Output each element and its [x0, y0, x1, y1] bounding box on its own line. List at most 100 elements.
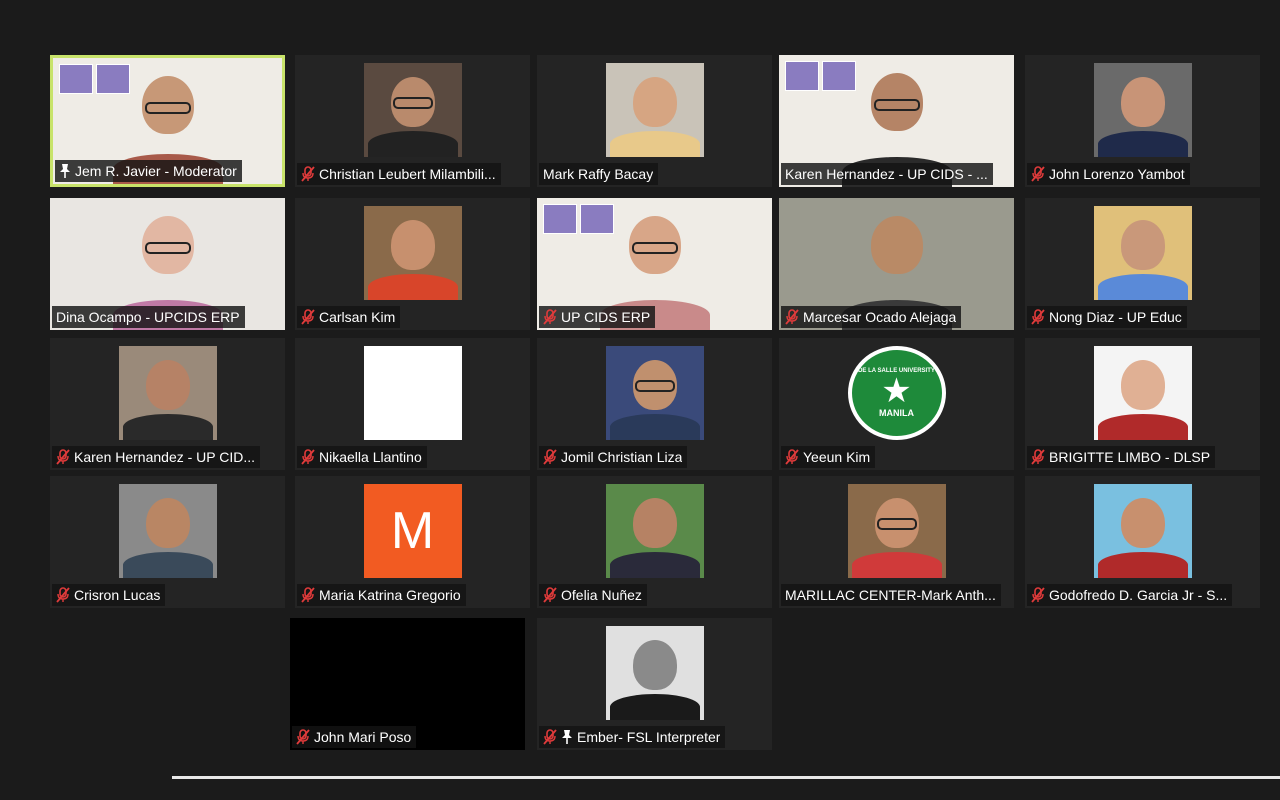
participant-tile[interactable]: Dina Ocampo - UPCIDS ERP — [50, 198, 285, 330]
participant-tile[interactable]: Marcesar Ocado Alejaga — [779, 198, 1014, 330]
participant-tile[interactable]: Jomil Christian Liza — [537, 338, 772, 470]
person-head — [1120, 220, 1165, 270]
star-icon: ★ — [881, 372, 912, 410]
pin-icon — [561, 729, 573, 745]
participant-name: John Lorenzo Yambot — [1049, 166, 1185, 182]
participant-name-bar: Karen Hernandez - UP CIDS - ... — [781, 163, 993, 185]
glasses — [144, 102, 191, 114]
participant-name-bar: BRIGITTE LIMBO - DLSP — [1027, 446, 1216, 468]
person-head — [632, 640, 677, 690]
org-logos — [59, 64, 130, 94]
participant-video — [118, 484, 217, 578]
participant-name-bar: Jem R. Javier - Moderator — [55, 160, 242, 182]
participant-tile[interactable]: Mark Raffy Bacay — [537, 55, 772, 187]
participant-name-bar: Maria Katrina Gregorio — [297, 584, 466, 606]
initial-letter: M — [390, 502, 435, 560]
participant-name-bar: Yeeun Kim — [781, 446, 876, 468]
participant-tile[interactable]: Nikaella Llantino — [295, 338, 530, 470]
participant-name-bar: Carlsan Kim — [297, 306, 401, 328]
mic-muted-icon — [543, 587, 557, 603]
participant-name: Jomil Christian Liza — [561, 449, 683, 465]
sipat-logo-icon — [822, 61, 856, 91]
person-shoulders — [1097, 131, 1188, 157]
mic-muted-icon — [543, 449, 557, 465]
participant-name: Crisron Lucas — [74, 587, 161, 603]
participant-tile[interactable]: John Lorenzo Yambot — [1025, 55, 1260, 187]
participant-name-bar: Mark Raffy Bacay — [539, 163, 659, 185]
participant-name-bar: UP CIDS ERP — [539, 306, 656, 328]
glasses — [873, 99, 920, 111]
participant-tile[interactable]: Nong Diaz - UP Educ — [1025, 198, 1260, 330]
person-shoulders — [609, 694, 700, 720]
participant-tile[interactable]: DE LA SALLE UNIVERSITY ★ MANILA Yeeun Kim — [779, 338, 1014, 470]
participant-tile[interactable]: M Maria Katrina Gregorio — [295, 476, 530, 608]
participant-tile[interactable]: Karen Hernandez - UP CID... — [50, 338, 285, 470]
participant-tile[interactable]: Crisron Lucas — [50, 476, 285, 608]
participant-name-bar: Christian Leubert Milambili... — [297, 163, 501, 185]
participant-name: BRIGITTE LIMBO - DLSP — [1049, 449, 1211, 465]
participant-tile[interactable]: Carlsan Kim — [295, 198, 530, 330]
participant-name: Christian Leubert Milambili... — [319, 166, 496, 182]
participant-name-bar: MARILLAC CENTER-Mark Anth... — [781, 584, 1001, 606]
participant-name: John Mari Poso — [314, 729, 412, 745]
person-shoulders — [851, 552, 942, 578]
person-head — [1120, 498, 1165, 548]
glasses — [876, 518, 917, 530]
participant-tile[interactable]: John Mari Poso — [290, 618, 525, 750]
participant-name: Karen Hernandez - UP CIDS - ... — [785, 166, 988, 182]
participant-video — [363, 206, 462, 300]
screen-share-edge — [172, 776, 1280, 779]
person-shoulders — [367, 131, 458, 157]
person-shoulders — [1097, 414, 1188, 440]
person-shoulders — [609, 552, 700, 578]
person-head — [1120, 360, 1165, 410]
person-head — [1120, 77, 1165, 127]
participant-tile[interactable]: Ember- FSL Interpreter — [537, 618, 772, 750]
participant-tile[interactable]: Jem R. Javier - Moderator — [50, 55, 285, 187]
upcids-logo-icon — [785, 61, 819, 91]
sipat-logo-icon — [580, 204, 614, 234]
person-shoulders — [1097, 552, 1188, 578]
mic-muted-icon — [56, 587, 70, 603]
participant-tile[interactable]: BRIGITTE LIMBO - DLSP — [1025, 338, 1260, 470]
participant-tile[interactable]: Ofelia Nuñez — [537, 476, 772, 608]
participant-video — [605, 626, 704, 720]
person-head — [870, 216, 923, 274]
participant-video — [605, 484, 704, 578]
person-shoulders — [609, 131, 700, 157]
participant-name-bar: Godofredo D. Garcia Jr - S... — [1027, 584, 1233, 606]
participant-tile[interactable]: UP CIDS ERP — [537, 198, 772, 330]
participant-video — [847, 484, 946, 578]
participant-tile[interactable]: Christian Leubert Milambili... — [295, 55, 530, 187]
participant-photo-blank — [363, 346, 462, 440]
participant-name-bar: Ember- FSL Interpreter — [539, 726, 726, 748]
person-head — [145, 360, 190, 410]
participant-name: Nikaella Llantino — [319, 449, 422, 465]
participant-name-bar: Crisron Lucas — [52, 584, 166, 606]
upcids-logo-icon — [543, 204, 577, 234]
participant-name-bar: Jomil Christian Liza — [539, 446, 688, 468]
glasses — [392, 97, 433, 109]
participant-name: Marcesar Ocado Alejaga — [803, 309, 957, 325]
person-shoulders — [367, 274, 458, 300]
person-shoulders — [609, 414, 700, 440]
participant-gallery: Jem R. Javier - Moderator Christian Leube… — [0, 0, 1280, 800]
participant-name: Godofredo D. Garcia Jr - S... — [1049, 587, 1228, 603]
participant-name: Dina Ocampo - UPCIDS ERP — [56, 309, 240, 325]
participant-tile[interactable]: Godofredo D. Garcia Jr - S... — [1025, 476, 1260, 608]
participant-name-bar: Karen Hernandez - UP CID... — [52, 446, 261, 468]
participant-tile[interactable]: MARILLAC CENTER-Mark Anth... — [779, 476, 1014, 608]
participant-video — [605, 346, 704, 440]
participant-name: Ofelia Nuñez — [561, 587, 642, 603]
participant-name: Nong Diaz - UP Educ — [1049, 309, 1182, 325]
mic-muted-icon — [301, 309, 315, 325]
participant-name: UP CIDS ERP — [561, 309, 651, 325]
dlsu-seal-icon: DE LA SALLE UNIVERSITY ★ MANILA — [847, 346, 946, 440]
mic-muted-icon — [56, 449, 70, 465]
participant-tile[interactable]: Karen Hernandez - UP CIDS - ... — [779, 55, 1014, 187]
participant-name: Carlsan Kim — [319, 309, 396, 325]
person-shoulders — [1097, 274, 1188, 300]
org-logos — [543, 204, 614, 234]
participant-video — [1093, 484, 1192, 578]
mic-muted-icon — [301, 449, 315, 465]
